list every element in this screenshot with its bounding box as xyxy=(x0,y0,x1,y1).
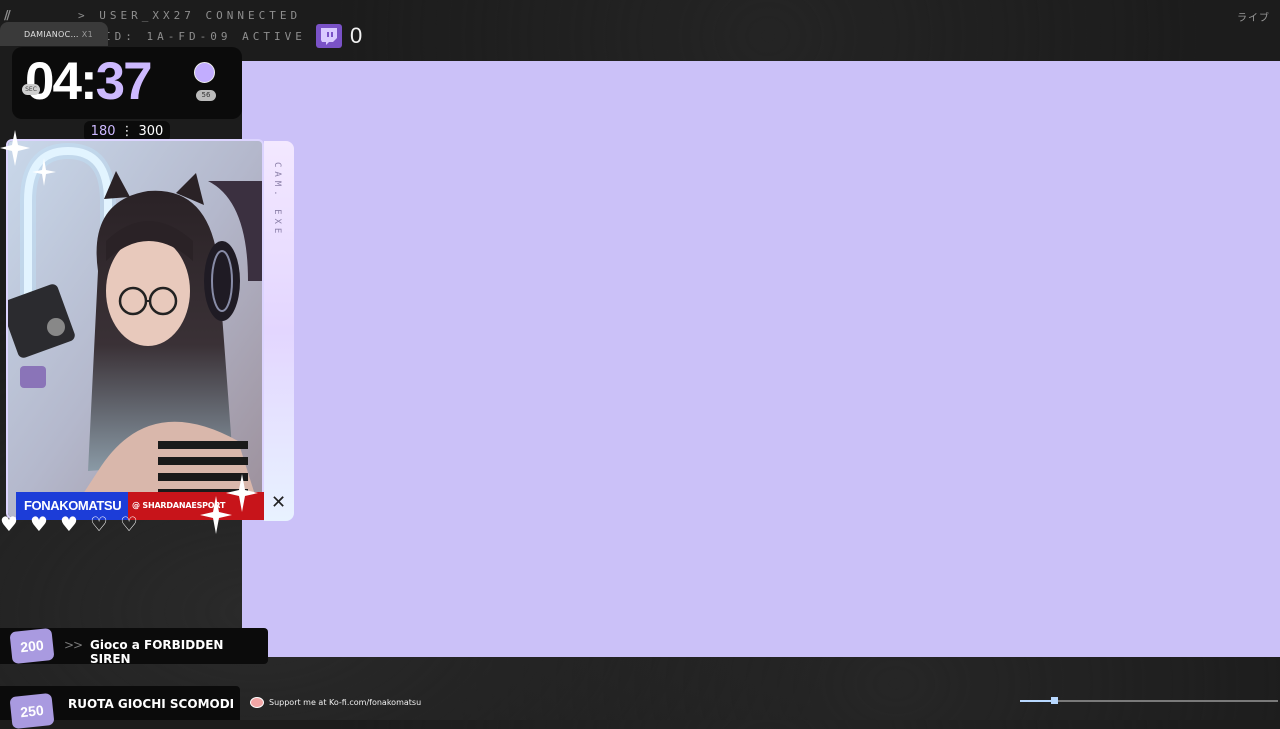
points-badge: 250 xyxy=(9,692,55,729)
goal-separator: ⋮ xyxy=(120,124,134,139)
connection-status: > USER_XX27 CONNECTED xyxy=(78,9,302,22)
slash-icon: // xyxy=(4,8,11,22)
timer-minutes: 04 xyxy=(25,52,82,111)
heart-filled-icon: ♥ xyxy=(0,512,18,536)
media-progress-track[interactable] xyxy=(1020,700,1278,702)
timer-badge-left: SEC xyxy=(22,84,40,95)
camera-label: CAM. EXE xyxy=(272,162,282,238)
timer-colon: : xyxy=(79,52,98,111)
heart-filled-icon: ♥ xyxy=(30,512,48,536)
heart-empty-icon: ♡ xyxy=(90,512,108,536)
channel-reward-row: 250 RUOTA GIOCHI SCOMODI xyxy=(0,686,240,729)
live-tag: ライブ xyxy=(1237,13,1270,24)
reward-label: RUOTA GIOCHI SCOMODI xyxy=(68,697,235,711)
media-progress-fill xyxy=(1020,700,1054,702)
kofi-cup-icon xyxy=(250,697,264,708)
subscriber-count: 0 xyxy=(350,23,363,48)
heart-empty-icon: ♡ xyxy=(120,512,138,536)
sparkle-icon xyxy=(0,130,56,186)
game-capture-area xyxy=(242,61,1280,657)
timer-indicator-dot xyxy=(194,62,215,83)
countdown-timer: 04:37 xyxy=(25,52,153,112)
timer-badge: 56 xyxy=(196,90,216,101)
heart-filled-icon: ♥ xyxy=(60,512,78,536)
reward-label: Gioco a FORBIDDEN SIREN xyxy=(90,638,224,666)
timer-seconds: 37 xyxy=(95,52,153,111)
media-progress-knob[interactable] xyxy=(1051,697,1058,704)
session-id: ID: 1A-FD-09 ACTIVE xyxy=(104,30,306,43)
goal-target: 300 xyxy=(138,124,164,139)
points-badge: 200 xyxy=(9,627,55,665)
kofi-link[interactable]: Support me at Ko-fi.com/fonakomatsu xyxy=(269,698,421,707)
twitch-icon xyxy=(316,24,342,48)
chevron-right-icon: >> xyxy=(64,638,83,652)
goal-current: 180 xyxy=(90,124,116,139)
streamer-tab-suffix: X1 xyxy=(81,30,93,39)
streamer-tab-label: DAMIANOC… xyxy=(24,30,79,39)
close-icon[interactable]: ✕ xyxy=(271,492,286,513)
sparkle-icon xyxy=(200,474,258,534)
channel-reward-row: 200 >> Gioco a FORBIDDEN SIREN xyxy=(0,627,268,666)
streamer-tab: DAMIANOC… X1 xyxy=(0,22,108,46)
streamer-name: FONAKOMATSU xyxy=(24,498,122,513)
